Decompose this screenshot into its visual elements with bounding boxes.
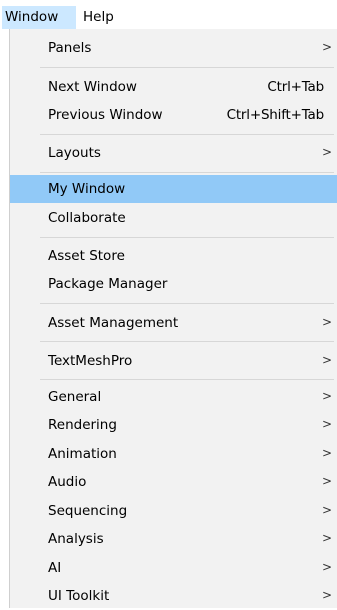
menu-item-label: Audio	[48, 474, 87, 490]
menu-item-rendering[interactable]: Rendering >	[10, 411, 337, 439]
menubar-help[interactable]: Help	[80, 6, 122, 29]
submenu-arrow-icon: >	[321, 446, 332, 460]
menu-item-panels[interactable]: Panels >	[10, 34, 337, 62]
submenu-arrow-icon: >	[321, 417, 332, 431]
menu-item-label: AI	[48, 560, 62, 576]
shortcut-label: Ctrl+Tab	[267, 79, 324, 95]
menu-item-label: Package Manager	[48, 276, 168, 292]
submenu-arrow-icon: >	[321, 353, 332, 367]
menu-item-previous-window[interactable]: Previous Window Ctrl+Shift+Tab	[10, 101, 337, 129]
menu-item-collaborate[interactable]: Collaborate	[10, 204, 337, 232]
shortcut-label: Ctrl+Shift+Tab	[226, 107, 325, 123]
menu-item-asset-store[interactable]: Asset Store	[10, 242, 337, 270]
menu-item-package-manager[interactable]: Package Manager	[10, 270, 337, 298]
menu-item-label: Previous Window	[48, 107, 163, 123]
menu-item-label: Panels	[48, 40, 92, 56]
submenu-arrow-icon: >	[321, 560, 332, 574]
menu-bar: Window Help	[0, 0, 337, 29]
submenu-arrow-icon: >	[321, 40, 332, 54]
menu-item-label: TextMeshPro	[48, 353, 133, 369]
menu-item-label: Sequencing	[48, 503, 128, 519]
menu-item-label: Collaborate	[48, 210, 126, 226]
menu-item-my-window[interactable]: My Window	[10, 175, 337, 203]
menu-item-ui-toolkit[interactable]: UI Toolkit >	[10, 582, 337, 608]
submenu-arrow-icon: >	[321, 503, 332, 517]
menu-item-label: Animation	[48, 446, 117, 462]
separator	[40, 172, 334, 173]
menu-item-label: General	[48, 389, 102, 405]
menu-item-asset-management[interactable]: Asset Management >	[10, 309, 337, 337]
menu-item-label: Asset Management	[48, 315, 179, 331]
separator	[40, 237, 334, 238]
menu-item-audio[interactable]: Audio >	[10, 468, 337, 496]
menu-item-textmeshpro[interactable]: TextMeshPro >	[10, 347, 337, 375]
menu-item-animation[interactable]: Animation >	[10, 440, 337, 468]
menu-item-general[interactable]: General >	[10, 383, 337, 411]
submenu-arrow-icon: >	[321, 389, 332, 403]
menu-item-label: Asset Store	[48, 248, 125, 264]
separator	[40, 134, 334, 135]
submenu-arrow-icon: >	[321, 531, 332, 545]
separator	[40, 67, 334, 68]
separator	[40, 341, 334, 342]
menu-item-next-window[interactable]: Next Window Ctrl+Tab	[10, 73, 337, 101]
submenu-arrow-icon: >	[321, 588, 332, 602]
menu-item-label: UI Toolkit	[48, 588, 110, 604]
submenu-arrow-icon: >	[321, 145, 332, 159]
submenu-arrow-icon: >	[321, 315, 332, 329]
menu-item-analysis[interactable]: Analysis >	[10, 525, 337, 553]
menu-item-label: My Window	[48, 181, 126, 197]
submenu-arrow-icon: >	[321, 474, 332, 488]
menu-item-ai[interactable]: AI >	[10, 554, 337, 582]
menu-item-label: Analysis	[48, 531, 104, 547]
menu-item-label: Next Window	[48, 79, 137, 95]
menu-item-label: Rendering	[48, 417, 117, 433]
menubar-window[interactable]: Window	[2, 6, 76, 29]
menu-item-label: Layouts	[48, 145, 101, 161]
separator	[40, 303, 334, 304]
menu-item-layouts[interactable]: Layouts >	[10, 139, 337, 167]
separator	[40, 379, 334, 380]
window-dropdown-menu: Panels > Next Window Ctrl+Tab Previous W…	[9, 29, 337, 608]
menu-item-sequencing[interactable]: Sequencing >	[10, 497, 337, 525]
